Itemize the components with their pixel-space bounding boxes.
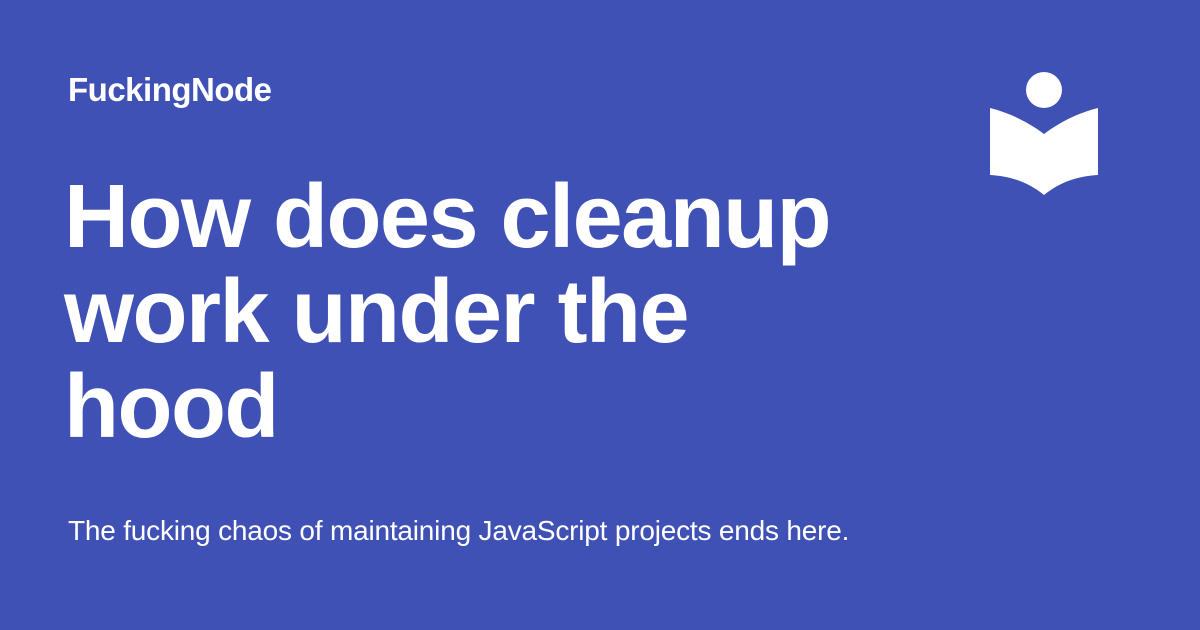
page-subtitle: The fucking chaos of maintaining JavaScr… [68,515,850,546]
social-card: FuckingNode How does cleanup work under … [0,0,1200,630]
site-name: FuckingNode [68,71,272,108]
page-title: How does cleanup work under the hood [64,167,832,457]
book-reader-icon [990,72,1098,195]
